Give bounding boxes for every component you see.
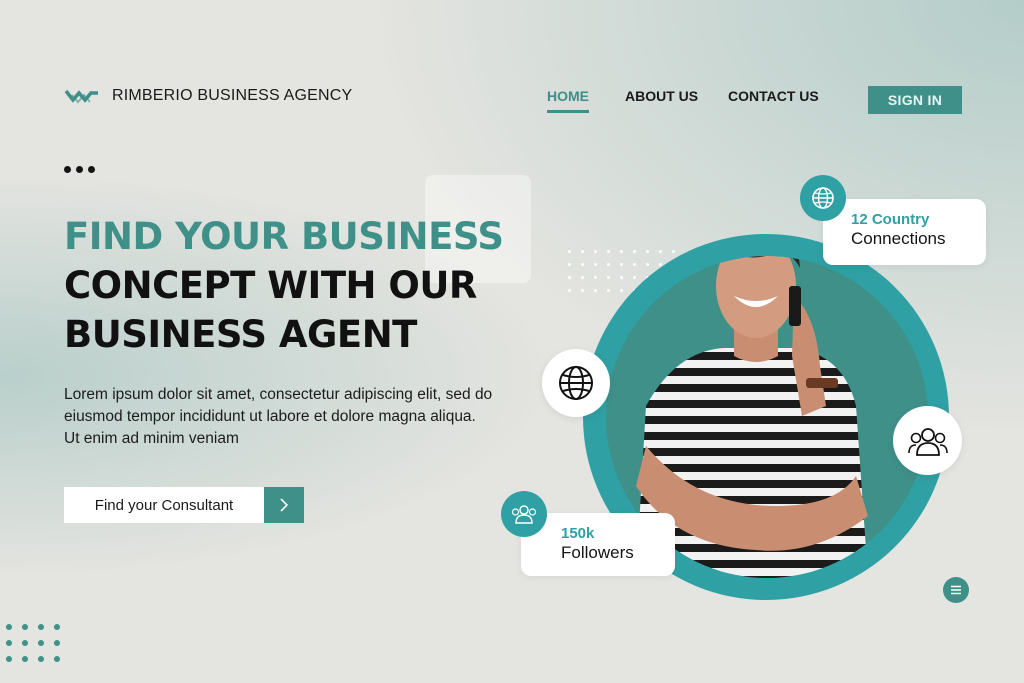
decorative-dot-grid-bottom: [6, 624, 60, 662]
globe-small-badge: [800, 175, 846, 221]
brand-name: RIMBERIO BUSINESS AGENCY: [112, 87, 353, 104]
people-badge: [893, 406, 962, 475]
people-icon: [511, 505, 537, 524]
nav-home[interactable]: HOME: [547, 88, 589, 113]
hero-title-line-3: BUSINESS AGENT: [64, 313, 417, 356]
people-small-badge: [501, 491, 547, 537]
globe-icon: [559, 366, 593, 400]
globe-icon: [812, 187, 834, 209]
hero-title: FIND YOUR BUSINESS CONCEPT WITH OUR BUSI…: [64, 212, 504, 359]
country-connections-card: 12 Country Connections: [823, 199, 986, 265]
brand-logo[interactable]: RIMBERIO BUSINESS AGENCY: [64, 84, 352, 108]
nav-about-us[interactable]: ABOUT US: [625, 88, 698, 104]
nav-contact-us[interactable]: CONTACT US: [728, 88, 819, 104]
followers-label: Followers: [561, 543, 634, 562]
wave-w-logo-icon: [64, 89, 98, 104]
find-consultant-button[interactable]: Find your Consultant: [64, 487, 304, 523]
chevron-right-icon: [264, 487, 304, 523]
globe-badge: [542, 349, 610, 417]
decorative-dots: [64, 166, 95, 173]
sign-in-button[interactable]: SIGN IN: [868, 86, 962, 114]
hero-title-line-1: FIND YOUR BUSINESS: [64, 215, 504, 258]
country-label: Connections: [851, 229, 946, 248]
followers-count: 150k: [561, 525, 595, 542]
menu-icon: [951, 585, 961, 595]
people-icon: [907, 427, 948, 456]
menu-button[interactable]: [943, 577, 969, 603]
hero-title-line-2: CONCEPT WITH OUR: [64, 264, 477, 307]
hero-description: Lorem ipsum dolor sit amet, consectetur …: [64, 386, 493, 447]
find-consultant-label: Find your Consultant: [64, 487, 264, 523]
country-count: 12 Country: [851, 211, 930, 228]
